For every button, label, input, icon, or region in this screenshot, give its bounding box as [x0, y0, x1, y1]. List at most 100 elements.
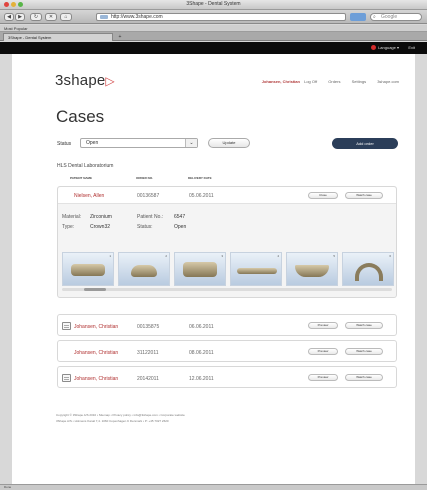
top-black-bar: Language ▾ Exit [0, 42, 427, 54]
watch-case-button[interactable]: Watch case [345, 348, 383, 355]
case-status-label: Status: [137, 224, 153, 230]
delivery-date: 05.06.2011 [189, 193, 214, 199]
address-text: http://www.3shape.com [111, 14, 163, 20]
language-label: Language ▾ [378, 45, 399, 50]
watch-case-button[interactable]: Watch case [345, 322, 383, 329]
logo-text: 3shape [55, 72, 106, 89]
material-label: Material: [62, 214, 82, 220]
window-title: 3Shape - Dental System [186, 1, 241, 7]
delivery-date: 08.06.2011 [189, 350, 214, 356]
update-button[interactable]: Update [208, 138, 250, 148]
preview-button[interactable]: Preview [308, 374, 338, 381]
patient-name[interactable]: Nielsen, Allen [74, 193, 104, 199]
status-filter-label: Status [57, 141, 72, 147]
user-name: Johansen, Christian [261, 79, 300, 84]
order-number: 31122011 [137, 350, 159, 356]
status-select-value: Open [86, 140, 99, 146]
search-input[interactable]: ⌕ Google [370, 13, 422, 21]
column-header-order: ORDER NO. [136, 176, 154, 180]
order-number: 00136587 [137, 193, 160, 199]
address-bar[interactable]: http://www.3shape.com [96, 13, 346, 21]
flag-icon [371, 45, 377, 51]
language-selector[interactable]: Language ▾ [371, 45, 399, 51]
material-value: Zirconium [90, 214, 112, 220]
nav-orders[interactable]: Orders [328, 79, 340, 84]
patient-name[interactable]: Johansen, Christian [74, 376, 118, 382]
preview-button[interactable]: Preview [308, 348, 338, 355]
nav-3shape-com[interactable]: 3shape.com [377, 79, 399, 84]
app-header: 3shape▷ Johansen, Christian Log Off Orde… [12, 54, 415, 94]
watch-case-button[interactable]: Watch case [345, 192, 383, 199]
logo-mark-icon: ▷ [105, 74, 115, 88]
nav-log-off[interactable]: Log Off [304, 79, 317, 84]
patient-name[interactable]: Johansen, Christian [74, 350, 118, 356]
scan-thumbnail[interactable]: 4 [230, 252, 282, 286]
page-footer: Copyright © 3Shape A/S 2010 • Sitemap • … [56, 412, 185, 424]
site-icon [100, 15, 108, 19]
preview-button[interactable]: Preview [308, 322, 338, 329]
bridge-model-icon [237, 268, 277, 274]
order-number: 00135875 [137, 324, 160, 330]
document-icon[interactable] [62, 322, 71, 330]
order-number: 20142011 [137, 376, 159, 382]
browser-toolbar: ◀ ▶ ↻ ✕ ⌂ http://www.3shape.com ⌕ Google [0, 10, 427, 24]
patient-no-value: 6547 [174, 214, 186, 220]
crown-model-icon [183, 262, 217, 277]
logo[interactable]: 3shape▷ [55, 72, 115, 89]
patient-name[interactable]: Johansen, Christian [74, 324, 118, 330]
lab-name: HLS Dental Laboratorium [57, 163, 114, 169]
bookmark-most-popular[interactable]: Most Popular [4, 26, 28, 31]
exit-link[interactable]: Exit [408, 45, 415, 50]
scan-thumbnail[interactable]: 5 [286, 252, 338, 286]
search-placeholder: Google [381, 14, 398, 20]
die-model-icon [131, 265, 157, 277]
forward-button[interactable]: ▶ [15, 13, 25, 21]
delivery-date: 12.06.2011 [189, 376, 214, 382]
column-header-patient: PATIENT NAME [70, 176, 93, 180]
new-tab-button[interactable]: + [116, 34, 124, 40]
delivery-date: 06.06.2011 [189, 324, 214, 330]
close-case-button[interactable]: Close [308, 192, 338, 199]
scan-thumbnails: 1 2 3 4 5 6 [58, 252, 396, 288]
add-order-button[interactable]: Add order [332, 138, 398, 149]
main-content: Cases Status Open ⌄ Update Add order HLS… [12, 94, 415, 490]
expanded-case-card: Nielsen, Allen 00136587 05.06.2011 Close… [57, 186, 397, 298]
chevron-down-icon: ⌄ [185, 139, 197, 147]
reload-button[interactable]: ↻ [30, 13, 42, 21]
scan-thumbnail[interactable]: 3 [174, 252, 226, 286]
thumbnail-scroll-handle[interactable] [84, 288, 106, 291]
watch-case-button[interactable]: Watch case [345, 374, 383, 381]
back-button[interactable]: ◀ [4, 13, 14, 21]
bookmarks-bar: Most Popular [0, 25, 427, 32]
type-value: Crown32 [90, 224, 111, 230]
type-label: Type: [62, 224, 75, 230]
thumbnail-scrollbar[interactable] [62, 288, 392, 291]
case-row[interactable]: Johansen, Christian 20142011 12.06.2011 … [57, 366, 397, 388]
top-navigation: Johansen, Christian Log Off Orders Setti… [252, 79, 399, 84]
stop-button[interactable]: ✕ [45, 13, 57, 21]
document-icon[interactable] [62, 374, 71, 382]
search-icon: ⌕ [373, 14, 376, 20]
browser-statusbar: Done [0, 484, 427, 490]
patient-no-label: Patient No.: [137, 214, 164, 220]
rss-icon[interactable] [350, 13, 366, 21]
status-select[interactable]: Open ⌄ [80, 138, 198, 148]
case-row[interactable]: Johansen, Christian 00135875 06.06.2011 … [57, 314, 397, 336]
column-header-date: DELIVERY DATE [188, 176, 212, 180]
tab-bar: 3Shape - Dental System + [0, 32, 427, 41]
arch-model-icon [355, 263, 383, 281]
footer-address: 3Shape A/S • Holmens Kanal 7,4. 1060 Cop… [56, 419, 169, 423]
nav-settings[interactable]: Settings [352, 79, 366, 84]
jaw-model-icon [295, 265, 329, 277]
tab-3shape[interactable]: 3Shape - Dental System [3, 33, 113, 41]
case-row[interactable]: Johansen, Christian 31122011 08.06.2011 … [57, 340, 397, 362]
case-status-value: Open [174, 224, 187, 230]
scan-thumbnail[interactable]: 6 [342, 252, 394, 286]
crown-model-icon [71, 264, 105, 276]
page-title: Cases [56, 107, 105, 126]
window-titlebar: 3Shape - Dental System [0, 0, 427, 10]
scan-thumbnail[interactable]: 2 [118, 252, 170, 286]
expanded-case-header[interactable]: Nielsen, Allen 00136587 05.06.2011 Close… [58, 187, 396, 204]
scan-thumbnail[interactable]: 1 [62, 252, 114, 286]
home-button[interactable]: ⌂ [60, 13, 72, 21]
